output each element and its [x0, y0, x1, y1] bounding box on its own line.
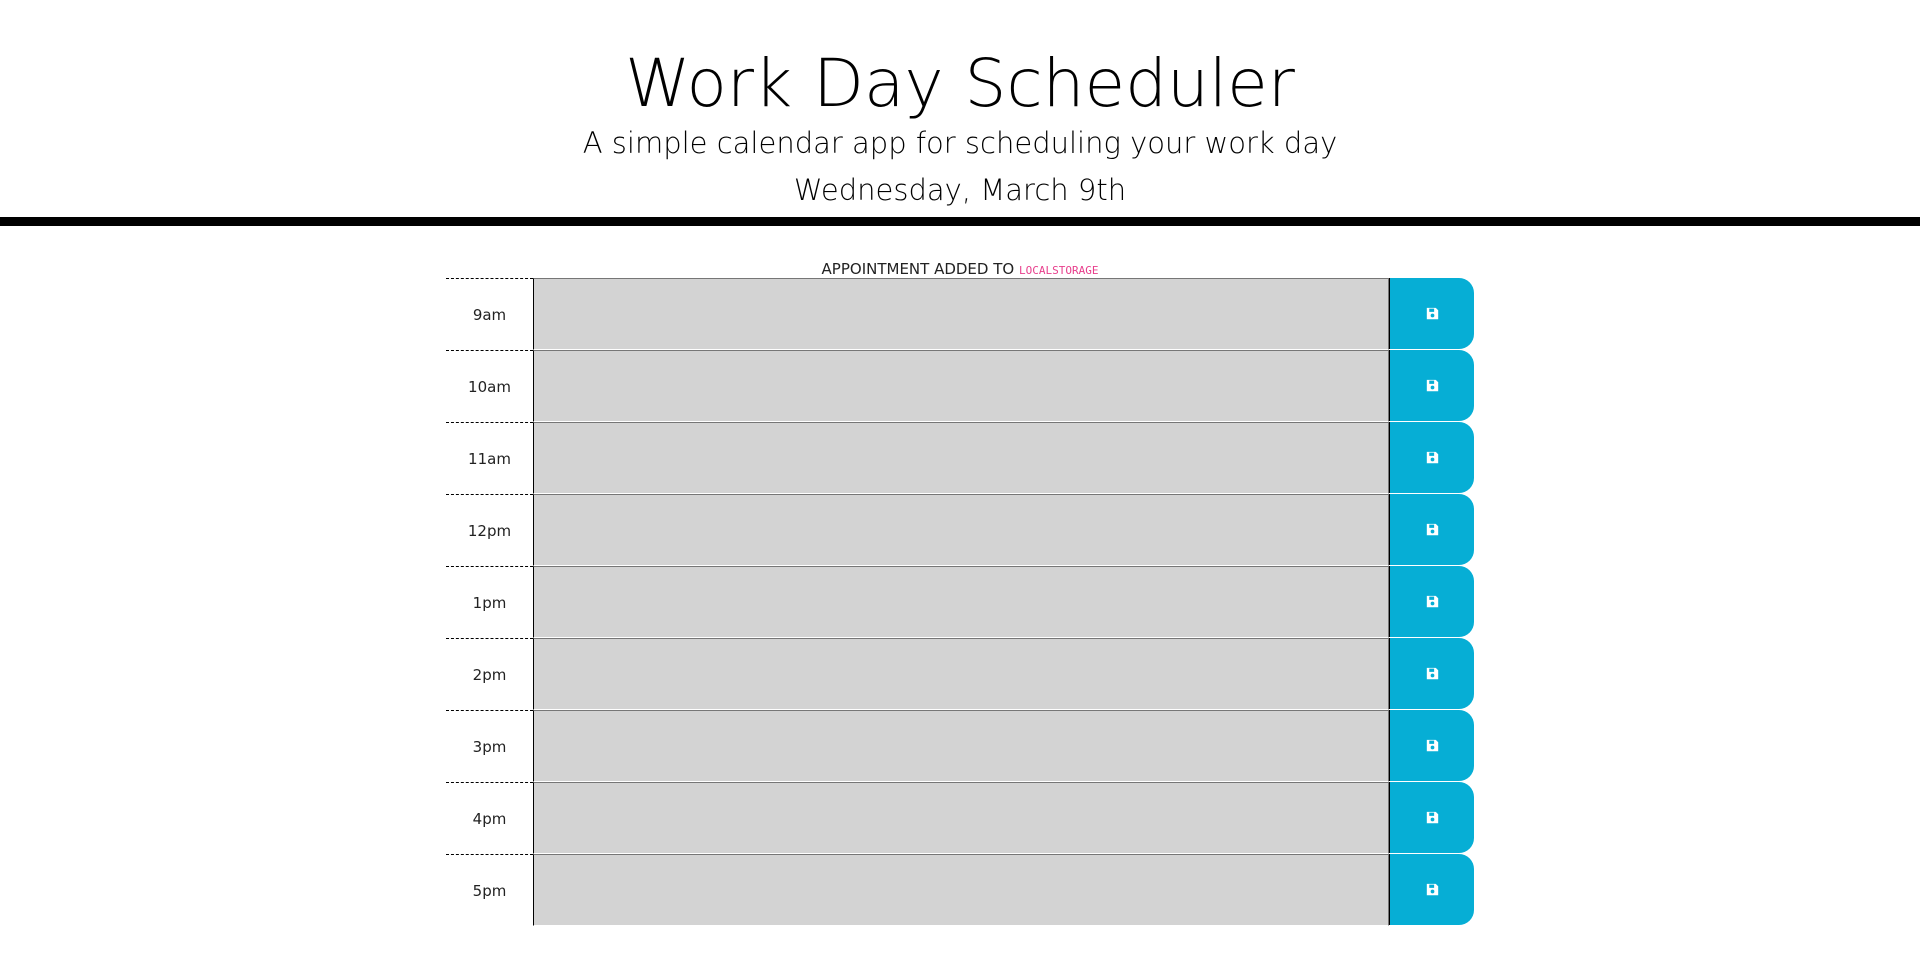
floppy-disk-icon	[1426, 883, 1438, 896]
current-day: Wednesday, March 9th	[793, 173, 1127, 207]
time-block: 1pm	[446, 566, 1474, 638]
floppy-disk-icon	[1426, 307, 1438, 320]
save-button[interactable]	[1389, 422, 1474, 493]
header-jumbotron: Work Day Scheduler A simple calendar app…	[0, 0, 1920, 226]
hour-label: 4pm	[446, 782, 533, 854]
notice-text: Appointment added to	[821, 260, 1015, 278]
time-block-container: 9am 10am 11am 12pm 1pm 2pm 3pm 4pm 5pm	[446, 278, 1474, 926]
description-input[interactable]	[533, 566, 1389, 638]
save-button[interactable]	[1389, 566, 1474, 637]
hour-label: 12pm	[446, 494, 533, 566]
description-input[interactable]	[533, 638, 1389, 710]
time-block: 3pm	[446, 710, 1474, 782]
time-block: 9am	[446, 278, 1474, 350]
description-input[interactable]	[533, 278, 1389, 350]
hour-label: 5pm	[446, 854, 533, 926]
time-block: 10am	[446, 350, 1474, 422]
hour-label: 10am	[446, 350, 533, 422]
hour-label: 3pm	[446, 710, 533, 782]
save-button[interactable]	[1389, 278, 1474, 349]
time-block: 11am	[446, 422, 1474, 494]
save-button[interactable]	[1389, 710, 1474, 781]
page-title: Work Day Scheduler	[625, 45, 1295, 122]
time-block: 2pm	[446, 638, 1474, 710]
floppy-disk-icon	[1426, 667, 1438, 680]
time-block: 12pm	[446, 494, 1474, 566]
save-button[interactable]	[1389, 638, 1474, 709]
floppy-disk-icon	[1426, 451, 1438, 464]
floppy-disk-icon	[1426, 811, 1438, 824]
save-button[interactable]	[1389, 854, 1474, 925]
time-block: 5pm	[446, 854, 1474, 926]
description-input[interactable]	[533, 710, 1389, 782]
time-block: 4pm	[446, 782, 1474, 854]
floppy-disk-icon	[1426, 739, 1438, 752]
hour-label: 1pm	[446, 566, 533, 638]
description-input[interactable]	[533, 350, 1389, 422]
save-button[interactable]	[1389, 782, 1474, 853]
hour-label: 11am	[446, 422, 533, 494]
notice-storage-code: localStorage	[1018, 264, 1099, 277]
floppy-disk-icon	[1426, 379, 1438, 392]
description-input[interactable]	[533, 422, 1389, 494]
page-subtitle: A simple calendar app for scheduling you…	[582, 126, 1338, 160]
floppy-disk-icon	[1426, 595, 1438, 608]
description-input[interactable]	[533, 854, 1389, 926]
hour-label: 2pm	[446, 638, 533, 710]
description-input[interactable]	[533, 494, 1389, 566]
floppy-disk-icon	[1426, 523, 1438, 536]
hour-label: 9am	[446, 278, 533, 350]
description-input[interactable]	[533, 782, 1389, 854]
save-button[interactable]	[1389, 350, 1474, 421]
save-button[interactable]	[1389, 494, 1474, 565]
